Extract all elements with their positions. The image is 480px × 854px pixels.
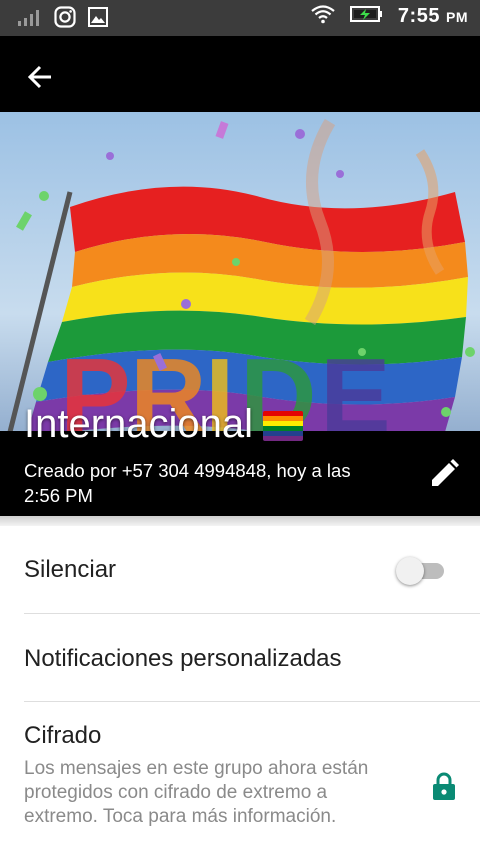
clock-ampm: PM — [446, 9, 468, 25]
divider — [24, 701, 480, 702]
status-bar: 7:55 PM — [0, 0, 480, 36]
instagram-icon — [54, 6, 76, 33]
created-by-text: Creado por +57 304 4994848, hoy a las 2:… — [24, 460, 351, 506]
clock: 7:55 PM — [398, 5, 468, 28]
toggle-thumb — [396, 557, 424, 585]
arrow-left-icon[interactable] — [24, 60, 58, 94]
rainbow-flag-icon — [263, 411, 304, 442]
group-title: Internacional — [24, 402, 304, 447]
lock-icon[interactable] — [432, 772, 456, 800]
section-shadow — [0, 516, 480, 526]
clock-time: 7:55 — [397, 5, 440, 27]
mute-label: Silenciar — [24, 556, 117, 583]
signal-icon — [18, 8, 42, 31]
divider — [24, 613, 480, 614]
mute-toggle[interactable] — [396, 557, 446, 585]
encryption-title[interactable]: Cifrado — [24, 722, 101, 750]
wifi-icon — [310, 4, 336, 29]
gallery-icon — [88, 7, 108, 32]
custom-notifications-item[interactable]: Notificaciones personalizadas — [24, 645, 342, 673]
pencil-icon[interactable] — [428, 458, 460, 490]
app-bar — [0, 36, 480, 112]
group-name: Internacional — [24, 402, 254, 446]
battery-charging-icon — [349, 5, 384, 28]
encryption-description[interactable]: Los mensajes en este grupo ahora están p… — [24, 757, 384, 829]
